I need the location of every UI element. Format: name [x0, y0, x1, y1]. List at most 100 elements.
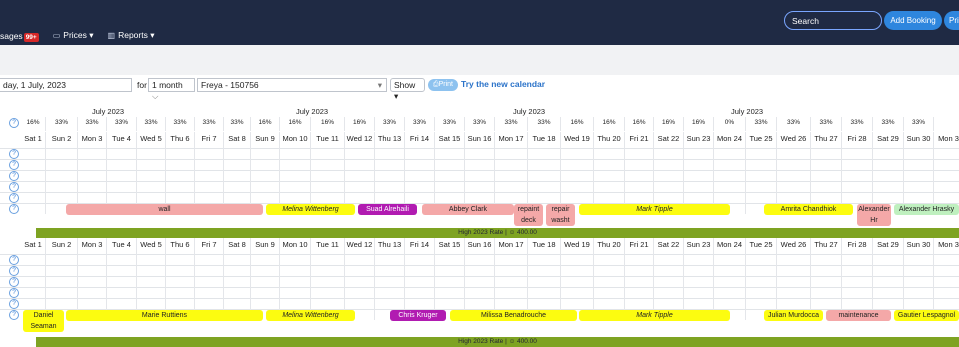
occupancy-cell: 33%: [107, 117, 137, 131]
booking-bar[interactable]: wall: [66, 204, 263, 215]
booking-bar[interactable]: Julian Murdocca: [764, 310, 823, 321]
price-tag-icon: ▭: [52, 31, 61, 40]
day-header-cell: Sun 30: [904, 238, 934, 254]
property-select[interactable]: Freya - 150756 ▾: [197, 78, 387, 92]
booking-bar[interactable]: Melina Wittenberg: [266, 204, 355, 215]
day-header-cell: Tue 11: [311, 132, 345, 148]
occupancy-cell: 33%: [166, 117, 195, 131]
question-icon[interactable]: ?: [9, 277, 19, 287]
occupancy-cell: 16%: [311, 117, 345, 131]
messages-menu[interactable]: sages 99+: [0, 31, 39, 42]
search-input[interactable]: Search: [784, 11, 882, 30]
question-icon[interactable]: ?: [9, 182, 19, 192]
calendar-day-cell[interactable]: [21, 148, 46, 214]
question-icon[interactable]: ?: [9, 266, 19, 276]
day-header-cell: Sun 30: [904, 132, 934, 148]
day-header-cell: Thu 27: [811, 238, 842, 254]
day-header-cell: Tue 4: [107, 132, 137, 148]
day-header-cell: Sat 29: [873, 238, 904, 254]
day-header-cell: Wed 5: [137, 238, 166, 254]
occupancy-cell: 16%: [21, 117, 46, 131]
occupancy-cell: 16%: [251, 117, 280, 131]
day-header-cell: Mon 3: [934, 238, 959, 254]
day-header-cell: Sat 22: [654, 238, 684, 254]
day-header-cell: Fri 14: [405, 132, 435, 148]
day-header-cell: Wed 12: [345, 132, 375, 148]
booking-bar[interactable]: Marie Ruttiens: [66, 310, 263, 321]
date-field[interactable]: day, 1 July, 2023: [0, 78, 132, 92]
print-button-partial[interactable]: Pri: [944, 11, 959, 30]
booking-bar[interactable]: maintenance: [826, 310, 891, 321]
booking-bar[interactable]: Alexander Hr: [857, 204, 891, 226]
day-header-cell: Fri 14: [405, 238, 435, 254]
booking-bar[interactable]: Melina Wittenberg: [266, 310, 355, 321]
try-new-calendar-link[interactable]: Try the new calendar: [461, 79, 545, 89]
day-header-cell: Thu 20: [594, 238, 625, 254]
occupancy-cell: 33%: [137, 117, 166, 131]
question-icon[interactable]: ?: [9, 160, 19, 170]
add-booking-button[interactable]: Add Booking: [884, 11, 942, 30]
day-header-cell: Mon 3: [78, 132, 107, 148]
day-header-cell: Fri 28: [842, 132, 873, 148]
month-label: July 2023: [731, 107, 764, 116]
occupancy-cell: 16%: [280, 117, 311, 131]
print-button[interactable]: ⎙Print: [428, 79, 458, 91]
day-header-cell: Tue 18: [528, 238, 561, 254]
question-icon[interactable]: ?: [9, 288, 19, 298]
occupancy-cell: 16%: [561, 117, 594, 131]
occupancy-cell: 16%: [345, 117, 375, 131]
booking-bar[interactable]: Daniel Seaman: [23, 310, 64, 332]
occupancy-cell: 16%: [684, 117, 714, 131]
period-select[interactable]: 1 month ⌵: [148, 78, 195, 101]
question-icon[interactable]: ?: [9, 171, 19, 181]
booking-bar[interactable]: Suad Alrehaili: [358, 204, 417, 215]
booking-bar[interactable]: Mark Tipple: [579, 204, 730, 215]
booking-bar[interactable]: repair washt: [546, 204, 575, 226]
occupancy-cell: 33%: [375, 117, 405, 131]
question-icon[interactable]: ?: [9, 255, 19, 265]
day-header-cell: Sun 16: [465, 132, 495, 148]
day-header-cell: Tue 25: [746, 132, 777, 148]
day-header-cell: Wed 19: [561, 132, 594, 148]
rate-band[interactable]: High 2023 Rate | ☺ 400.00: [36, 228, 959, 238]
booking-bar[interactable]: Amrita Chandhiok: [764, 204, 853, 215]
day-header-cell: Sat 1: [21, 132, 46, 148]
booking-bar[interactable]: Chris Kruger: [390, 310, 446, 321]
day-header-cell: Sun 9: [251, 132, 280, 148]
question-icon[interactable]: ?: [9, 204, 19, 214]
question-icon[interactable]: ?: [9, 310, 19, 320]
booking-bar[interactable]: repaint deck: [514, 204, 543, 226]
day-header-cell: Fri 28: [842, 238, 873, 254]
question-icon[interactable]: ?: [9, 299, 19, 309]
occupancy-cell: 33%: [528, 117, 561, 131]
question-icon[interactable]: ?: [9, 149, 19, 159]
booking-bar[interactable]: Mark Tipple: [579, 310, 730, 321]
day-header-cell: Mon 3: [78, 238, 107, 254]
chevron-down-icon: ▾: [377, 80, 382, 90]
booking-bar[interactable]: Milissa Benadrouche: [450, 310, 577, 321]
day-header-cell: Fri 21: [625, 132, 654, 148]
day-header-cell: Sun 16: [465, 238, 495, 254]
room-rows-1: ?????? wall Melina Wittenberg Suad Alrehail…: [0, 148, 959, 226]
booking-bar[interactable]: Gautier Lespagnol: [894, 310, 959, 321]
booking-bar[interactable]: Alexander Hrasky: [894, 204, 959, 215]
question-icon[interactable]: ?: [9, 118, 19, 128]
question-icon[interactable]: ?: [9, 193, 19, 203]
occupancy-cell: 33%: [777, 117, 811, 131]
prices-menu[interactable]: ▭ Prices ▾: [53, 30, 94, 41]
show-button[interactable]: Show ▾: [390, 78, 425, 101]
occupancy-cell: 33%: [904, 117, 934, 131]
occupancy-cell: 16%: [594, 117, 625, 131]
day-header-cell: Sun 23: [684, 238, 714, 254]
day-header-cell: Mon 3: [934, 132, 959, 148]
booking-bar[interactable]: Abbey Clark: [422, 204, 514, 215]
for-label: for: [137, 80, 147, 90]
day-header-cell: Tue 18: [528, 132, 561, 148]
occupancy-cell: 0%: [714, 117, 746, 131]
reports-menu[interactable]: ▥ Reports ▾: [108, 30, 155, 41]
month-label: July 2023: [296, 107, 329, 116]
day-header-cell: Sat 8: [224, 132, 251, 148]
day-header-row: Sat 1 Sun 2 Mon 3 Tue 4 Wed 5 Thu 6 Fri 7 Sat 8…: [0, 238, 959, 254]
day-header-cell: Tue 11: [311, 238, 345, 254]
day-header-cell: Sun 9: [251, 238, 280, 254]
